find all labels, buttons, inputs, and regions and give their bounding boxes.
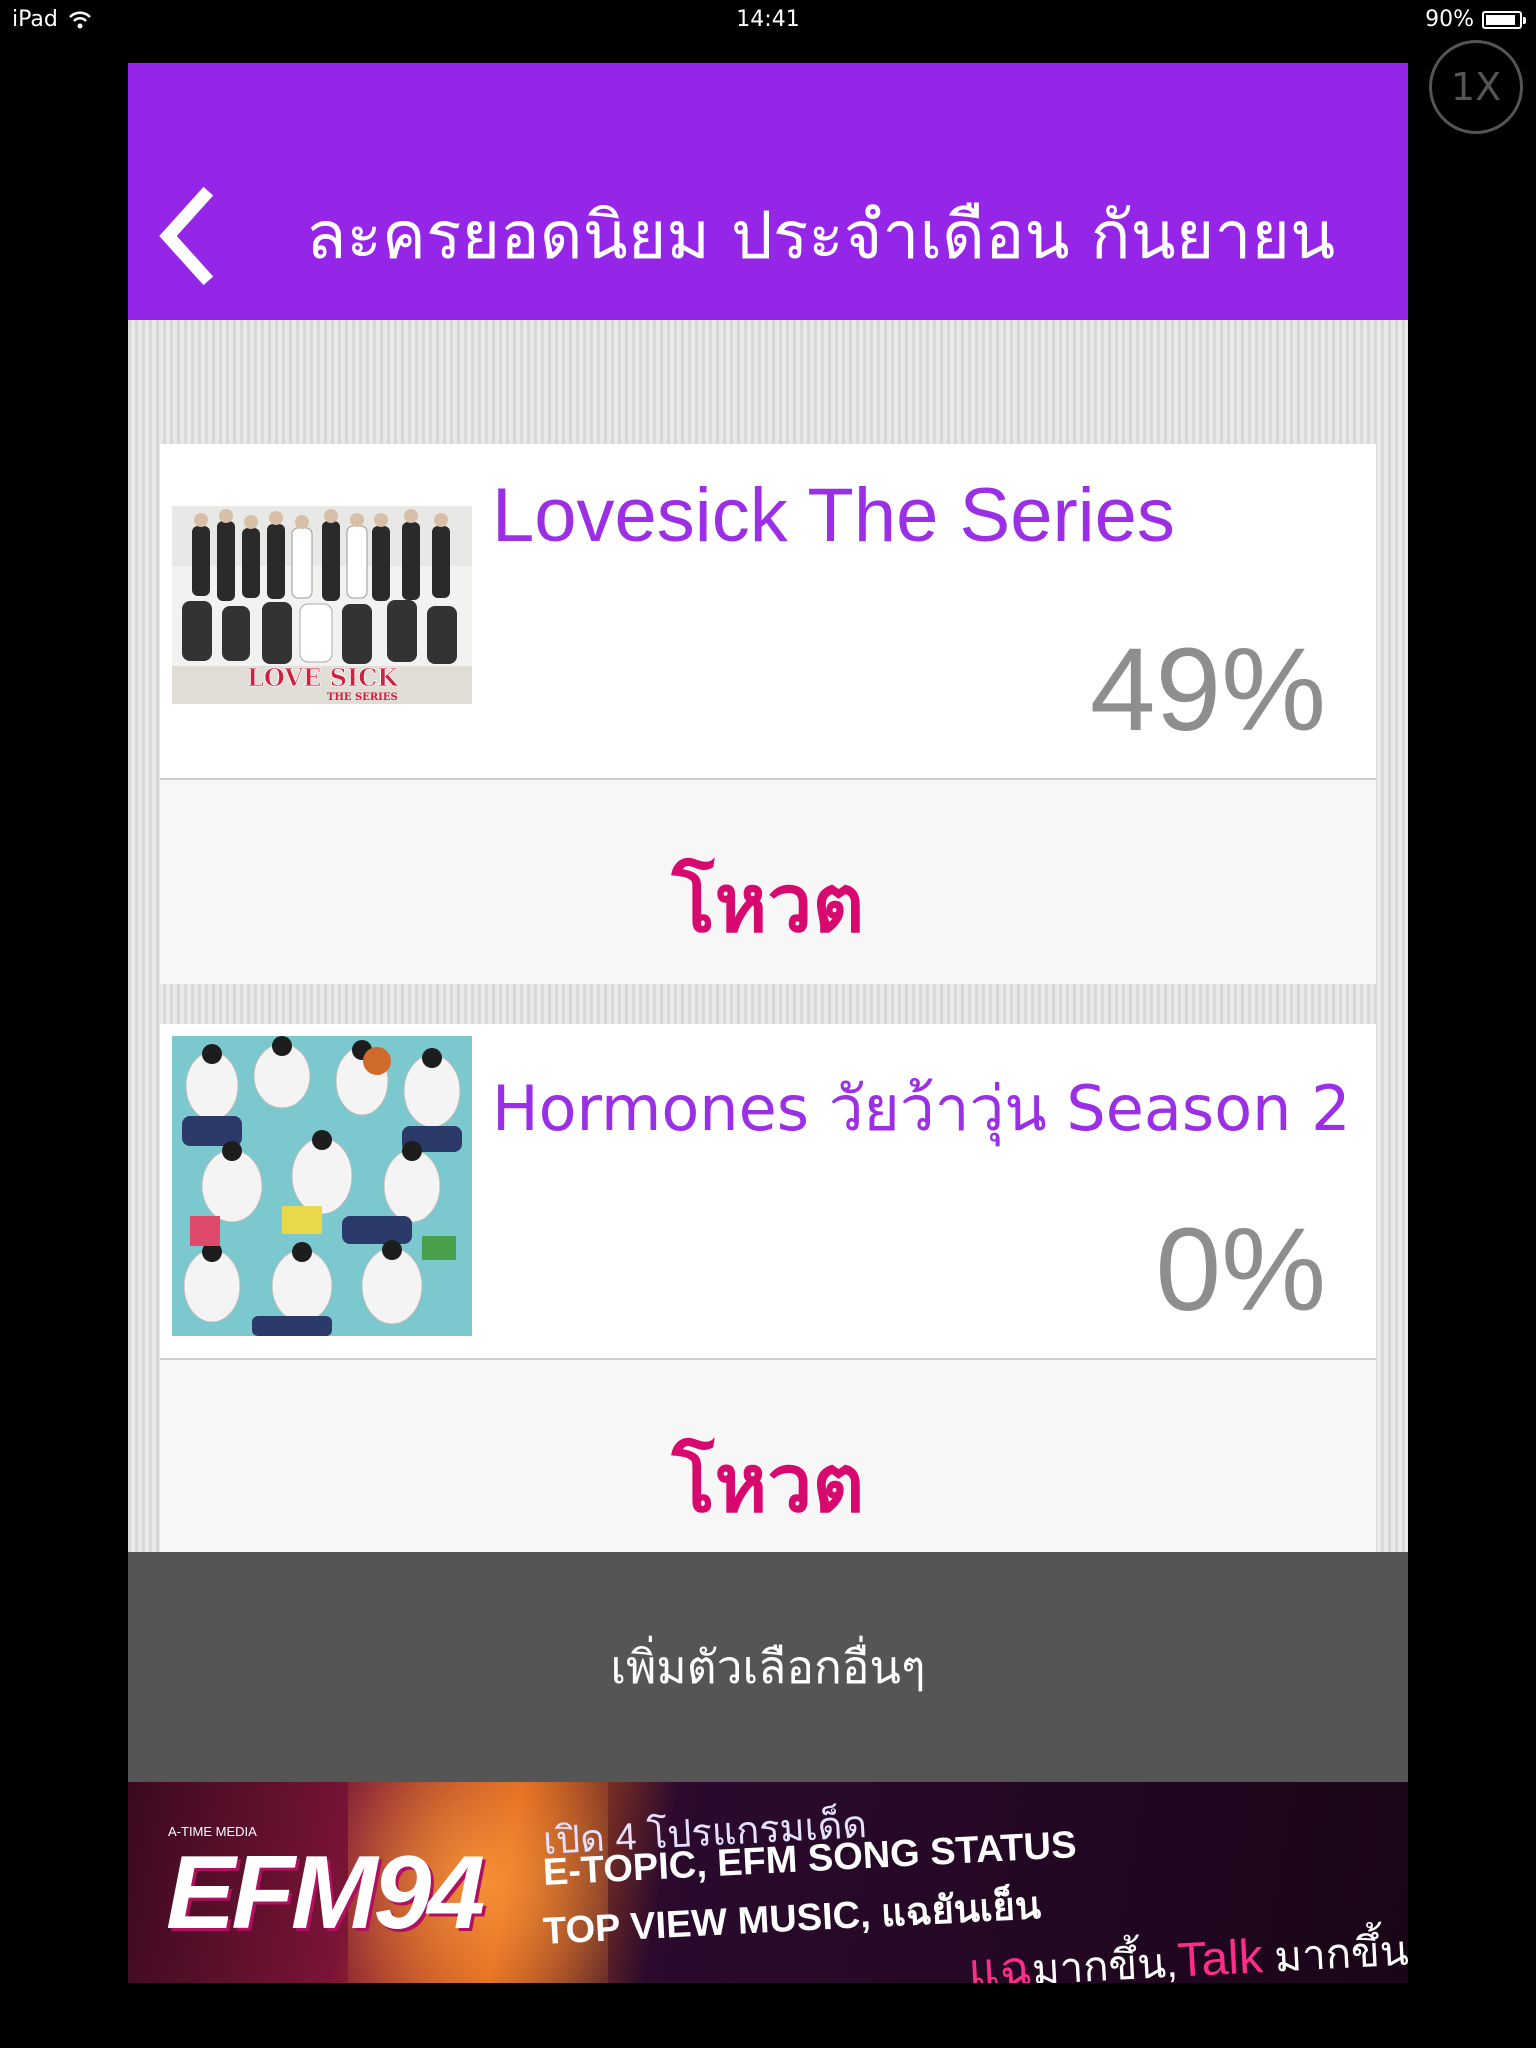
poll-card: LOVE SICK THE SERIES Lovesick The Series…: [160, 444, 1376, 984]
poll-card: Hormones วัยว้าวุ่น Season 2 0% โหวต: [160, 1024, 1376, 1564]
poll-item-title: Lovesick The Series: [492, 473, 1175, 558]
battery-icon: [1482, 10, 1526, 29]
poll-list[interactable]: LOVE SICK THE SERIES Lovesick The Series…: [128, 320, 1408, 1616]
vote-button[interactable]: โหวต: [160, 780, 1376, 984]
thumb-subcaption: THE SERIES: [327, 692, 398, 703]
poll-card-info: Hormones วัยว้าวุ่น Season 2 0%: [160, 1024, 1376, 1360]
status-bar: iPad 14:41 90%: [0, 0, 1536, 40]
zoom-1x-button[interactable]: 1X: [1429, 40, 1523, 134]
back-button[interactable]: [154, 186, 224, 286]
group-photo-image: [172, 1036, 472, 1336]
poll-item-title: Hormones วัยว้าวุ่น Season 2: [492, 1072, 1351, 1145]
group-photo-image: LOVE SICK THE SERIES: [172, 506, 472, 704]
banner-line-4a: แฉ: [966, 1942, 1034, 1983]
poll-item-percent: 49%: [1089, 624, 1326, 756]
header-bar: ละครยอดนิยม ประจำเดือน กันยายน: [128, 63, 1408, 320]
poll-item-percent: 0%: [1155, 1204, 1326, 1336]
vote-button-label: โหวต: [671, 1437, 865, 1530]
banner-line-4b: มากขึ้น,: [1030, 1938, 1179, 1983]
banner-logo: EFM94: [166, 1835, 485, 1951]
battery-fill: [1486, 14, 1515, 25]
page-title: ละครยอดนิยม ประจำเดือน กันยายน: [306, 197, 1336, 274]
vote-button[interactable]: โหวต: [160, 1360, 1376, 1564]
poll-card-info: LOVE SICK THE SERIES Lovesick The Series…: [160, 444, 1376, 780]
chevron-left-icon: [159, 186, 214, 286]
app-window: ละครยอดนิยม ประจำเดือน กันยายน LOVE SICK…: [128, 63, 1408, 1983]
lovesick-thumbnail: LOVE SICK THE SERIES: [172, 506, 472, 704]
banner-line-4d: มากขึ้น: [1261, 1926, 1408, 1982]
hormones-thumbnail: [172, 1036, 472, 1336]
status-right: 90%: [1425, 7, 1526, 32]
battery-percent: 90%: [1425, 7, 1474, 32]
banner-line-4c: Talk: [1176, 1930, 1265, 1983]
battery-tip: [1523, 16, 1526, 24]
add-options-button[interactable]: เพิ่มตัวเลือกอื่นๆ: [128, 1552, 1408, 1782]
thumb-caption: LOVE SICK: [247, 663, 399, 692]
efm94-ad-banner[interactable]: A-TIME MEDIA EFM94 เปิด 4 โปรแกรมเด็ด E-…: [128, 1782, 1408, 1983]
status-time: 14:41: [736, 7, 800, 32]
vote-button-label: โหวต: [671, 857, 865, 950]
